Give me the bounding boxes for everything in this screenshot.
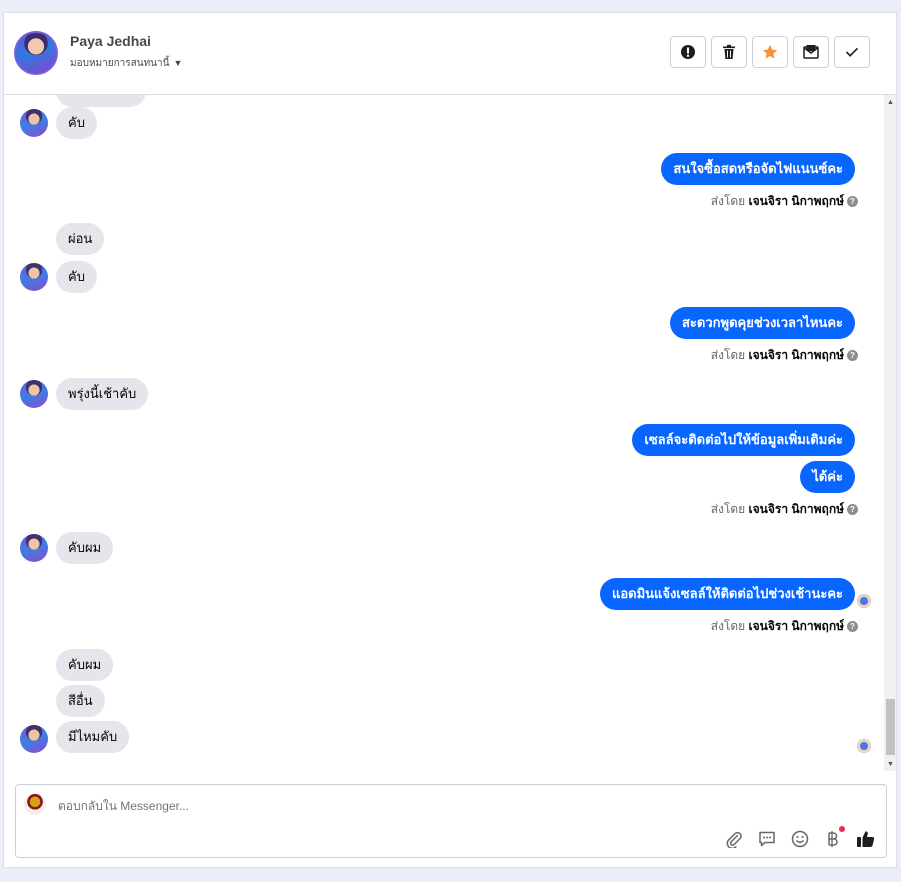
- contact-avatar-small: [20, 109, 48, 137]
- outgoing-message: สะดวกพูดคุยช่วงเวลาไหนคะ: [669, 307, 855, 339]
- star-icon: [762, 44, 778, 59]
- incoming-message: คับผม: [56, 649, 114, 681]
- composer-actions: [724, 826, 876, 849]
- chat-scrollbar[interactable]: [884, 95, 896, 771]
- delete-button[interactable]: [711, 36, 747, 68]
- paperclip-icon: [726, 831, 742, 848]
- incoming-message: มีไหมคับ: [56, 721, 130, 753]
- seen-avatar: [857, 594, 871, 608]
- mark-unread-button[interactable]: [793, 36, 829, 68]
- incoming-message: [56, 95, 146, 107]
- help-icon[interactable]: ?: [847, 196, 858, 207]
- seen-avatar: [857, 739, 871, 753]
- saved-replies-button[interactable]: [757, 829, 777, 849]
- incoming-message: คับ: [56, 261, 97, 293]
- smiley-icon: [791, 830, 809, 848]
- sent-by-label: ส่งโดย เจนจิรา นิกาพฤกษ์?: [711, 192, 858, 211]
- assign-label: มอบหมายการสนทนานี้: [70, 58, 170, 69]
- notification-dot: [839, 826, 845, 832]
- sent-by-label: ส่งโดย เจนจิรา นิกาพฤกษ์?: [711, 346, 858, 365]
- reply-input[interactable]: [58, 799, 658, 813]
- contact-avatar-small: [20, 263, 48, 291]
- attach-button[interactable]: [724, 829, 744, 849]
- sent-by-name[interactable]: เจนจิรา นิกาพฤกษ์: [749, 619, 844, 633]
- incoming-message: คับผม: [56, 532, 114, 564]
- caret-down-icon: ▼: [173, 58, 183, 68]
- done-button[interactable]: [834, 36, 870, 68]
- scroll-down-arrow-icon[interactable]: ▼: [887, 761, 894, 768]
- help-icon[interactable]: ?: [847, 350, 858, 361]
- sent-by-prefix: ส่งโดย: [710, 348, 746, 362]
- incoming-message: ผ่อน: [56, 223, 105, 255]
- outgoing-message: แอดมินแจ้งเซลล์ให้ติดต่อไปช่วงเช้านะคะ: [599, 578, 855, 610]
- contact-avatar-small: [20, 534, 48, 562]
- envelope-icon: [803, 45, 819, 59]
- conversation-toolbar: [670, 36, 870, 68]
- contact-avatar[interactable]: [14, 31, 58, 75]
- sent-by-name[interactable]: เจนจิรา นิกาพฤกษ์: [749, 194, 844, 208]
- help-icon[interactable]: ?: [847, 504, 858, 515]
- sent-by-prefix: ส่งโดย: [710, 194, 746, 208]
- conversation-window: Paya Jedhai มอบหมายการสนทนานี้ ▼ คับ สนใ…: [3, 12, 897, 868]
- chat-bubble-icon: [759, 831, 775, 847]
- reply-composer: [15, 784, 887, 858]
- payment-button[interactable]: [823, 826, 845, 849]
- outgoing-message: เซลล์จะติดต่อไปให้ข้อมูลเพิ่มเติมค่ะ: [632, 424, 855, 456]
- help-icon[interactable]: ?: [847, 621, 858, 632]
- check-icon: [845, 47, 859, 57]
- star-button[interactable]: [752, 36, 788, 68]
- message-thread: คับ สนใจซื้อสดหรือจัดไฟแนนซ์คะ ส่งโดย เจ…: [4, 95, 882, 783]
- incoming-message: คับ: [56, 107, 97, 139]
- emoji-button[interactable]: [790, 829, 810, 849]
- contact-avatar-small: [20, 380, 48, 408]
- contact-name[interactable]: Paya Jedhai: [70, 33, 151, 49]
- spam-button[interactable]: [670, 36, 706, 68]
- sent-by-name[interactable]: เจนจิรา นิกาพฤกษ์: [749, 502, 844, 516]
- incoming-message: สีอื่น: [56, 685, 105, 717]
- assign-conversation-dropdown[interactable]: มอบหมายการสนทนานี้ ▼: [70, 56, 182, 71]
- scrollbar-thumb[interactable]: [886, 699, 895, 755]
- trash-icon: [723, 44, 735, 59]
- sent-by-label: ส่งโดย เจนจิรา นิกาพฤกษ์?: [711, 617, 858, 636]
- sent-by-prefix: ส่งโดย: [710, 502, 746, 516]
- sent-by-prefix: ส่งโดย: [710, 619, 746, 633]
- page-avatar: [24, 793, 46, 815]
- thumbs-up-icon: [857, 831, 875, 847]
- sent-by-label: ส่งโดย เจนจิรา นิกาพฤกษ์?: [711, 500, 858, 519]
- incoming-message: พรุ่งนี้เช้าคับ: [56, 378, 149, 410]
- exclamation-icon: [681, 45, 695, 59]
- sent-by-name[interactable]: เจนจิรา นิกาพฤกษ์: [749, 348, 844, 362]
- scroll-up-arrow-icon[interactable]: ▲: [887, 99, 894, 106]
- conversation-header: Paya Jedhai มอบหมายการสนทนานี้ ▼: [4, 13, 896, 95]
- contact-avatar-small: [20, 725, 48, 753]
- outgoing-message: สนใจซื้อสดหรือจัดไฟแนนซ์คะ: [661, 153, 855, 185]
- baht-icon: [828, 831, 838, 847]
- outgoing-message: ได้ค่ะ: [800, 461, 855, 493]
- like-button[interactable]: [856, 829, 876, 849]
